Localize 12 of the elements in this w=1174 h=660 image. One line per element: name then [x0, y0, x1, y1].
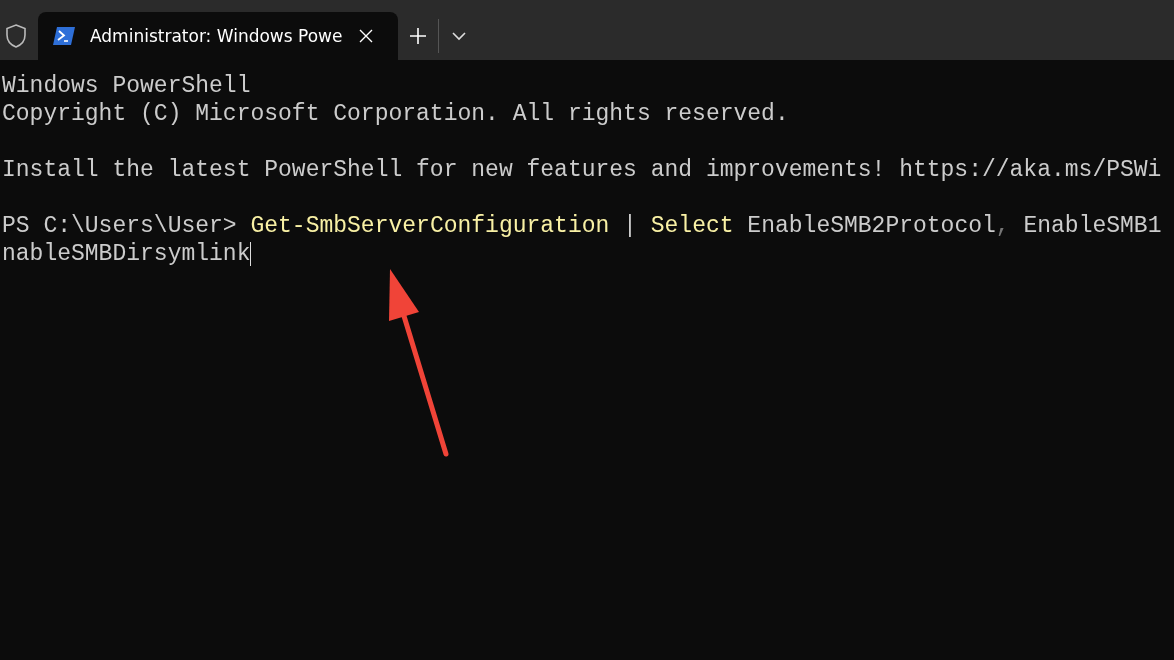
plus-icon [409, 27, 427, 45]
caret-icon [451, 31, 467, 41]
terminal-line: Install the latest PowerShell for new features and improvements! https://aka.ms/PSWi [2, 156, 1162, 184]
terminal-line: Copyright (C) Microsoft Corporation. All rights reserved. [2, 100, 789, 128]
close-icon[interactable] [358, 28, 374, 44]
terminal-line: Windows PowerShell [2, 72, 251, 100]
terminal-tab[interactable]: Administrator: Windows Powe [38, 12, 398, 60]
terminal-line: PS C:\Users\User> Get-SmbServerConfiguration | Select EnableSMB2Protocol, EnableSMB1 [2, 212, 1162, 240]
powershell-icon [52, 26, 76, 46]
tab-title: Administrator: Windows Powe [90, 26, 344, 46]
shield-icon [4, 23, 28, 49]
terminal-line: nableSMBDirsymlink [2, 240, 251, 268]
